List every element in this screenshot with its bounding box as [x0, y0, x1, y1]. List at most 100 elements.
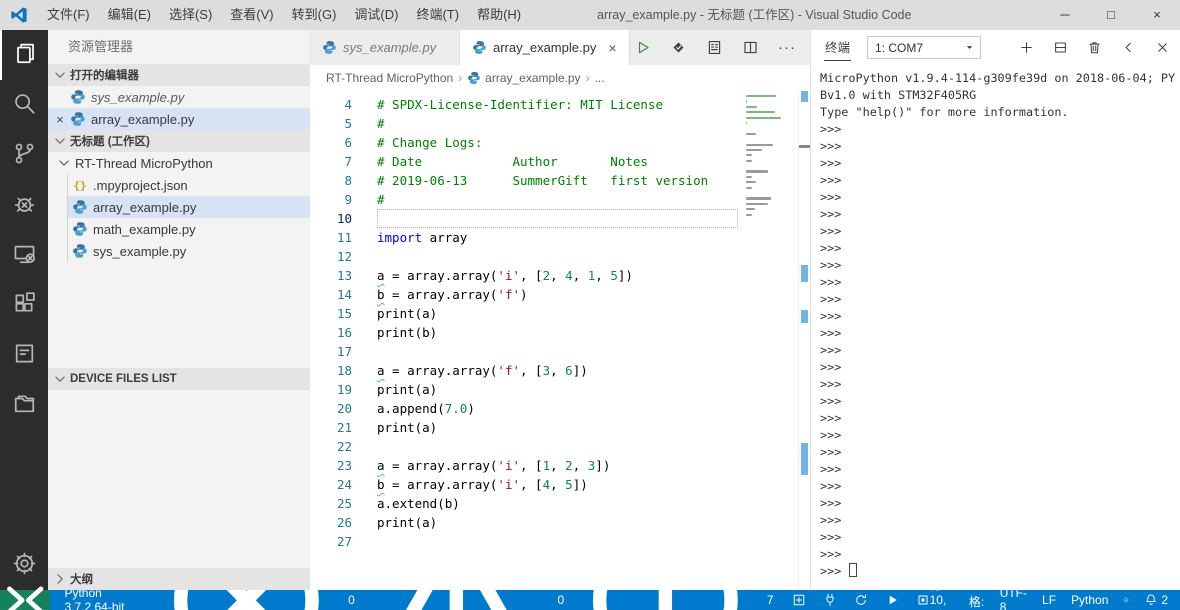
stop-button[interactable]	[916, 593, 930, 607]
line-number: 18	[336, 363, 352, 378]
split-editor-button[interactable]	[742, 39, 759, 56]
breadcrumb-symbol[interactable]: ...	[595, 71, 605, 85]
terminal-prompt-line: >>>	[820, 530, 842, 544]
line-content: print(a)	[377, 515, 438, 530]
overview-ruler	[798, 91, 810, 590]
close-terminal-button[interactable]	[1155, 40, 1170, 55]
info-count: 7	[766, 593, 774, 607]
line-content: b = array.array('f')	[377, 287, 528, 302]
line-content: a = array.array('i', [1, 2, 3])	[377, 458, 611, 473]
notifications-bell[interactable]: 2	[1144, 593, 1168, 607]
outline-header[interactable]: 大纲	[48, 568, 310, 590]
activity-notebook-button[interactable]	[0, 330, 48, 380]
tab-bar: sys_example.py array_example.py × ···	[310, 30, 810, 65]
activity-search-button[interactable]	[0, 80, 48, 130]
extensions-icon	[12, 291, 37, 319]
sync-button[interactable]	[854, 593, 868, 607]
more-actions-button[interactable]: ···	[778, 39, 796, 56]
activity-folder-button[interactable]	[0, 380, 48, 430]
terminal-prompt-line: >>>	[820, 258, 842, 272]
breadcrumb-root[interactable]: RT-Thread MicroPython	[326, 71, 453, 85]
code-line-4: 4 # SPDX-License-Identifier: MIT License	[310, 95, 810, 114]
terminal-selector[interactable]: 1: COM7	[867, 36, 982, 59]
tab-array_example.py[interactable]: array_example.py ×	[460, 30, 630, 65]
line-number: 5	[344, 116, 352, 131]
menu-item-7[interactable]: 帮助(H)	[468, 0, 530, 30]
menu-item-2[interactable]: 选择(S)	[160, 0, 221, 30]
maximize-button[interactable]: □	[1088, 0, 1134, 30]
editor-actions: ···	[634, 30, 810, 65]
terminal-prompt-line: >>>	[820, 207, 842, 221]
breadcrumb-file[interactable]: array_example.py	[485, 71, 580, 85]
binary-file-button[interactable]	[706, 39, 723, 56]
terminal-cursor	[849, 563, 858, 577]
activity-debug-button[interactable]	[0, 180, 48, 230]
code-editor[interactable]: 4 # SPDX-License-Identifier: MIT License 5…	[310, 91, 810, 590]
menu-item-4[interactable]: 转到(G)	[283, 0, 346, 30]
tab-sys_example.py[interactable]: sys_example.py	[310, 30, 460, 65]
plus-terminal-button[interactable]	[1019, 40, 1034, 55]
python-icon	[72, 199, 88, 215]
open-editors-header[interactable]: 打开的编辑器	[48, 64, 310, 86]
code-line-23: 23 a = array.array('i', [1, 2, 3])	[310, 456, 810, 475]
menu-item-1[interactable]: 编辑(E)	[99, 0, 160, 30]
tree-file-item[interactable]: array_example.py	[68, 196, 310, 218]
line-number: 7	[344, 154, 352, 169]
menu-item-3[interactable]: 查看(V)	[221, 0, 282, 30]
feedback-smiley-icon[interactable]	[1123, 593, 1129, 607]
file-label: sys_example.py	[93, 243, 187, 259]
close-editor-icon[interactable]: ×	[50, 112, 70, 127]
close-window-button[interactable]: ×	[1134, 0, 1180, 30]
open-editor-label: sys_example.py	[91, 89, 185, 105]
error-count: 0	[348, 593, 355, 607]
status-bar: Python 3.7.2 64-bit 0 0 7 行 10, 列 1 空格: …	[0, 527, 1180, 610]
open-editor-item[interactable]: × array_example.py	[48, 108, 310, 130]
tab-terminal[interactable]: 终端	[824, 35, 852, 61]
connect-device-button[interactable]	[823, 593, 837, 607]
open-editors-label: 打开的编辑器	[70, 70, 139, 82]
code-line-24: 24 b = array.array('i', [4, 5])	[310, 475, 810, 494]
device-files-header[interactable]: DEVICE FILES LIST	[48, 368, 310, 390]
activity-extensions-button[interactable]	[0, 280, 48, 330]
file-label: .mpyproject.json	[93, 177, 188, 193]
activity-device-button[interactable]	[0, 230, 48, 280]
tree-file-item[interactable]: math_example.py	[68, 218, 310, 240]
split-panel-terminal-button[interactable]	[1053, 40, 1068, 55]
tree-file-item[interactable]: {} .mpyproject.json	[68, 174, 310, 196]
python-icon	[322, 40, 337, 55]
activity-files-button[interactable]	[0, 30, 48, 80]
code-line-13: 13 a = array.array('i', [2, 4, 1, 5])	[310, 266, 810, 285]
tree-file-item[interactable]: sys_example.py	[68, 240, 310, 262]
remote-indicator[interactable]	[0, 586, 51, 610]
minimap[interactable]	[746, 95, 796, 224]
menu-item-0[interactable]: 文件(F)	[38, 0, 99, 30]
terminal-banner-line: MicroPython v1.9.4-114-g309fe39d on 2018…	[820, 71, 1176, 85]
encoding[interactable]: UTF-8	[1000, 586, 1027, 610]
activity-source-control-button[interactable]	[0, 130, 48, 180]
indentation[interactable]: 空格: 4	[969, 576, 985, 610]
add-device-file-button[interactable]	[792, 593, 806, 607]
chevron-left-terminal-button[interactable]	[1121, 40, 1136, 55]
vscode-window: 文件(F) 编辑(E) 选择(S) 查看(V) 转到(G) 调试(D) 终端(T) 帮助(H)…	[0, 0, 1180, 610]
run-button[interactable]	[634, 39, 651, 56]
eol-sequence[interactable]: LF	[1042, 593, 1056, 607]
open-editor-item[interactable]: sys_example.py	[48, 86, 310, 108]
run-file-button[interactable]	[885, 593, 899, 607]
trash-terminal-button[interactable]	[1087, 40, 1102, 55]
menu-item-6[interactable]: 终端(T)	[407, 0, 468, 30]
rtthread-download-button[interactable]	[670, 39, 687, 56]
cursor-position[interactable]: 行 10, 列 1	[930, 576, 954, 610]
tree-folder-rt-thread[interactable]: RT-Thread MicroPython	[48, 152, 310, 174]
vscode-logo-icon	[10, 6, 28, 24]
python-icon	[70, 111, 86, 127]
terminal-output[interactable]: MicroPython v1.9.4-114-g309fe39d on 2018…	[811, 65, 1180, 590]
minimize-button[interactable]: ─	[1042, 0, 1088, 30]
code-line-12: 12	[310, 247, 810, 266]
menu-item-5[interactable]: 调试(D)	[345, 0, 407, 30]
line-content: # Date Author Notes	[377, 154, 648, 169]
language-mode[interactable]: Python	[1071, 593, 1108, 607]
close-tab-icon[interactable]: ×	[608, 40, 616, 56]
terminal-prompt-line: >>>	[820, 462, 842, 476]
workspace-header[interactable]: 无标题 (工作区)	[48, 130, 310, 152]
line-number: 20	[336, 401, 352, 416]
